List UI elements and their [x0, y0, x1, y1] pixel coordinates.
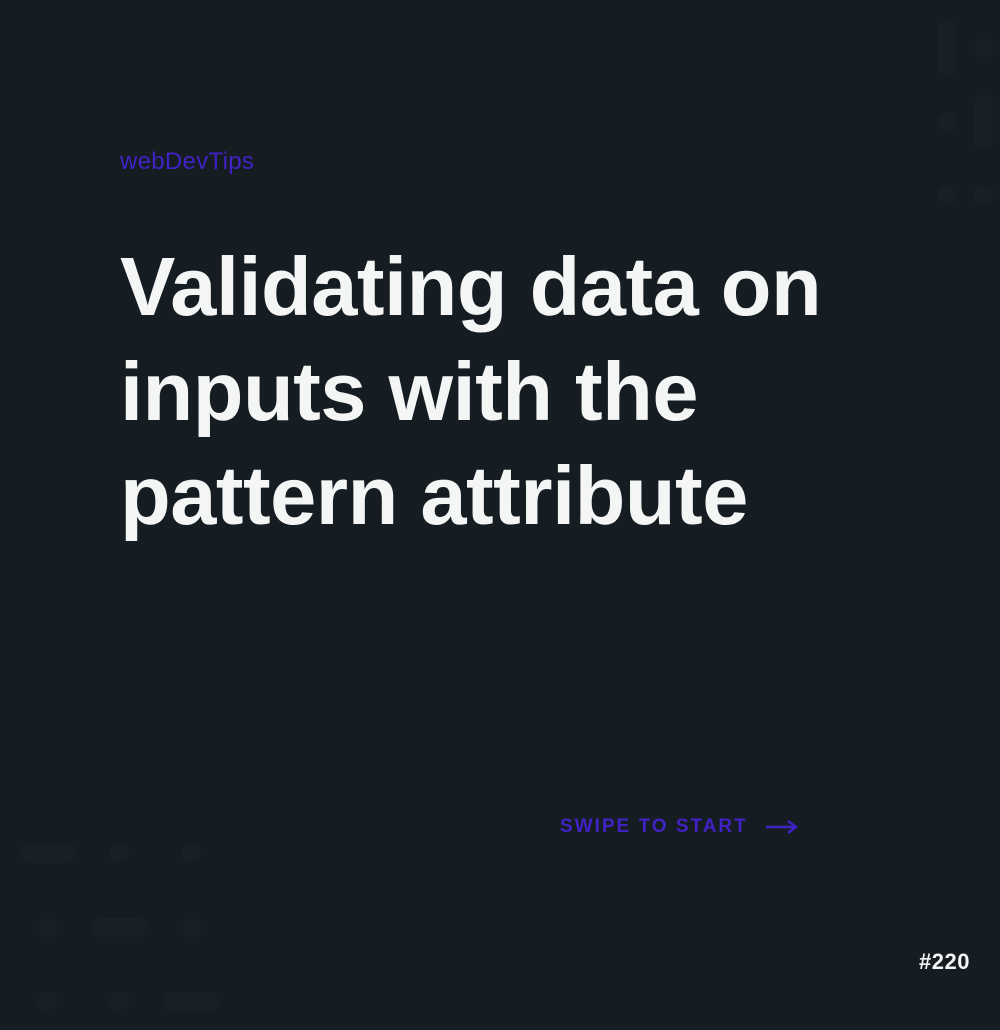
swipe-cta[interactable]: SWIPE TO START [560, 816, 800, 838]
decoration-bottom-left [20, 826, 220, 1030]
swipe-cta-label: SWIPE TO START [560, 816, 748, 838]
slide-title: Validating data on inputs with the patte… [120, 235, 920, 549]
decoration-top-right [938, 20, 1000, 224]
arrow-right-icon [766, 819, 800, 835]
brand-label: webDevTips [120, 148, 254, 176]
slide-number: #220 [919, 949, 970, 975]
